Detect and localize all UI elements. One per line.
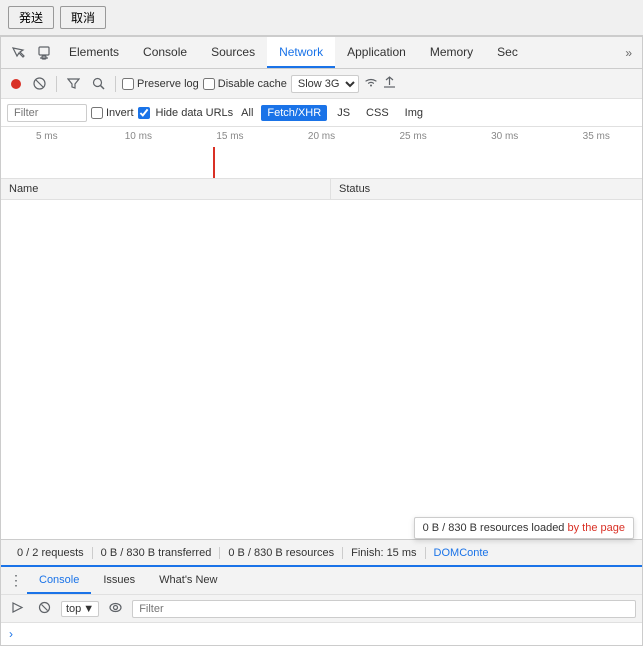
tooltip-text: 0 B / 830 B resources loaded by the page [423,522,625,534]
search-icon[interactable] [88,75,109,92]
preserve-log-label[interactable]: Preserve log [122,78,199,90]
drawer-tab-issues[interactable]: Issues [91,567,147,594]
disable-cache-label[interactable]: Disable cache [203,78,287,90]
tick-1: 10 ms [93,131,185,142]
throttle-select[interactable]: Slow 3G [291,75,359,93]
tab-elements[interactable]: Elements [57,37,131,68]
invert-text: Invert [106,107,134,119]
filter-js-button[interactable]: JS [331,105,356,121]
filter-css-button[interactable]: CSS [360,105,395,121]
dropdown-arrow-icon: ▼ [83,603,94,615]
tick-5: 30 ms [459,131,551,142]
hide-data-urls-container: Hide data URLs [138,107,234,119]
timeline-red-line [213,147,215,178]
preserve-log-checkbox[interactable] [122,78,134,90]
import-icon[interactable] [383,76,396,92]
tick-0: 5 ms [1,131,93,142]
invert-label[interactable]: Invert [91,107,134,119]
invert-checkbox[interactable] [91,107,103,119]
tab-network[interactable]: Network [267,37,335,68]
context-dropdown-label: top [66,603,81,615]
console-chevron-icon: › [9,627,13,641]
disable-cache-text: Disable cache [218,78,287,90]
filter-bar: Invert Hide data URLs All Fetch/XHR JS C… [1,99,642,127]
clear-button[interactable] [29,75,50,92]
separator-2 [115,76,116,92]
filter-input[interactable] [7,104,87,122]
console-prompt-area: › [1,623,642,645]
tab-memory[interactable]: Memory [418,37,485,68]
timeline-bar-area [1,147,642,178]
submit-button[interactable]: 発送 [8,6,54,29]
tick-6: 35 ms [550,131,642,142]
tick-2: 15 ms [184,131,276,142]
inspect-icon[interactable] [5,42,31,64]
finish-time: Finish: 15 ms [343,547,425,559]
drawer-tab-bar: ⋮ Console Issues What's New [1,567,642,595]
record-button[interactable] [7,77,25,91]
requests-table: Name Status [1,179,642,539]
cancel-button[interactable]: 取消 [60,6,106,29]
context-dropdown[interactable]: top ▼ [61,601,99,617]
disable-cache-checkbox[interactable] [203,78,215,90]
filter-fetch-xhr-button[interactable]: Fetch/XHR [261,105,327,121]
preserve-log-text: Preserve log [137,78,199,90]
execute-script-icon[interactable] [7,599,28,619]
timeline-area: 5 ms 10 ms 15 ms 20 ms 25 ms 30 ms 35 ms [1,127,642,179]
filter-all-button[interactable]: All [237,106,257,120]
tab-application[interactable]: Application [335,37,418,68]
filter-icon[interactable] [63,75,84,92]
tick-4: 25 ms [367,131,459,142]
resources-tooltip: 0 B / 830 B resources loaded by the page [414,517,634,539]
resources-size[interactable]: 0 B / 830 B resources [220,547,343,559]
tick-3: 20 ms [276,131,368,142]
col-status-header: Status [331,179,642,199]
status-bar: 0 / 2 requests 0 B / 830 B transferred 0… [1,539,642,565]
network-toolbar: Preserve log Disable cache Slow 3G [1,69,642,99]
tab-console[interactable]: Console [131,37,199,68]
tab-sources[interactable]: Sources [199,37,267,68]
drawer-menu-icon[interactable]: ⋮ [5,570,27,591]
dom-content-link[interactable]: DOMConte [426,547,497,559]
device-icon[interactable] [31,42,57,64]
table-empty-area [1,200,642,280]
hide-data-urls-checkbox[interactable] [138,107,150,119]
timeline-ruler: 5 ms 10 ms 15 ms 20 ms 25 ms 30 ms 35 ms [1,127,642,147]
console-clear-icon[interactable] [34,599,55,619]
drawer-toolbar: top ▼ [1,595,642,623]
tab-security[interactable]: Sec [485,37,530,68]
bottom-drawer: ⋮ Console Issues What's New top ▼ [1,565,642,645]
drawer-tab-whats-new[interactable]: What's New [147,567,229,594]
table-header: Name Status [1,179,642,200]
wifi-icon [363,75,379,92]
drawer-tab-console[interactable]: Console [27,567,91,594]
hide-data-urls-text: Hide data URLs [156,107,234,119]
more-tabs-icon[interactable]: » [619,42,638,64]
requests-count: 0 / 2 requests [9,547,93,559]
tooltip-highlight: by the page [568,522,626,534]
eye-icon[interactable] [105,599,126,618]
col-name-header: Name [1,179,331,199]
transferred-size: 0 B / 830 B transferred [93,547,221,559]
tab-bar: Elements Console Sources Network Applica… [1,37,642,69]
console-filter-input[interactable] [132,600,636,618]
separator-1 [56,76,57,92]
filter-img-button[interactable]: Img [399,105,429,121]
